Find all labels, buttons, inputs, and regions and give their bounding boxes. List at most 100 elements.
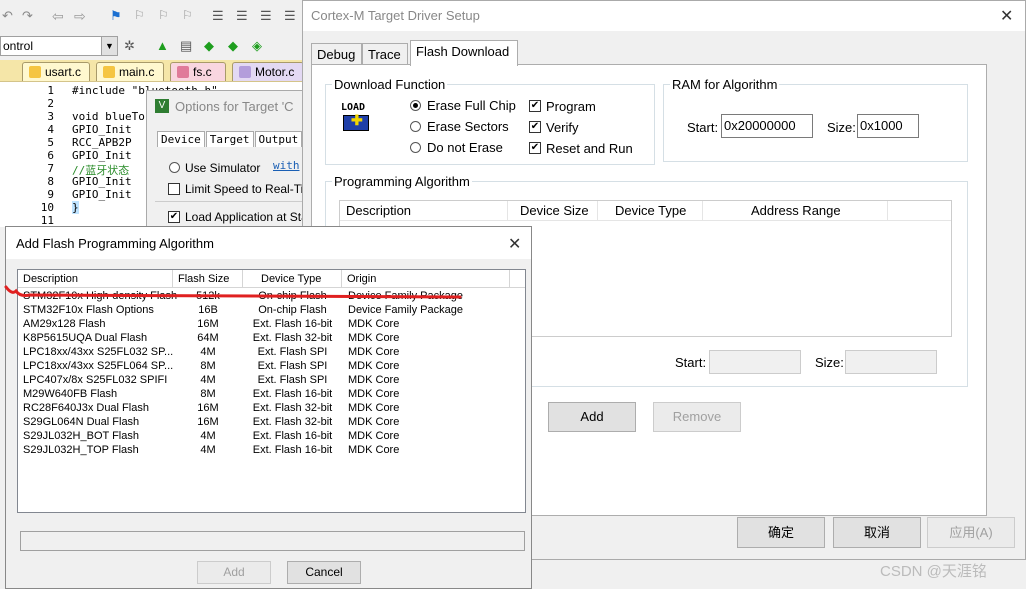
table-row[interactable]: S29GL064N Dual Flash 16M Ext. Flash 32-bit… xyxy=(18,416,525,430)
add-flash-algorithm-dialog: Add Flash Programming Algorithm ✕ Descri… xyxy=(4,226,532,589)
table-row[interactable]: AM29x128 Flash 16M Ext. Flash 16-bit MDK Co… xyxy=(18,318,525,332)
table-row[interactable]: K8P5615UQA Dual Flash 64M Ext. Flash 32-bi… xyxy=(18,332,525,346)
algo-start-label: Start: xyxy=(675,355,707,370)
file-tab-motor[interactable]: Motor.c xyxy=(232,62,304,81)
verify-label: Verify xyxy=(546,120,579,135)
algo-start-input[interactable] xyxy=(709,350,801,374)
tab-flash-download[interactable]: Flash Download xyxy=(410,40,518,66)
add-button[interactable]: Add xyxy=(197,561,271,584)
tab-output[interactable]: Output xyxy=(254,131,303,147)
ram-size-label: Size: xyxy=(827,120,856,135)
cancel-button[interactable]: Cancel xyxy=(287,561,361,584)
indent-icon[interactable]: ☰ xyxy=(212,8,228,24)
row-description: AM29x128 Flash xyxy=(23,318,106,330)
table-row[interactable]: S29JL032H_TOP Flash 4M Ext. Flash 16-bit MD… xyxy=(18,444,525,458)
nav-forward-icon[interactable]: ⇨ xyxy=(74,8,90,24)
row-device-type: Ext. Flash SPI xyxy=(257,346,328,358)
limit-speed-checkbox[interactable] xyxy=(168,183,180,195)
add-algorithm-button[interactable]: Add xyxy=(548,402,636,432)
line-number: 3 xyxy=(47,110,54,123)
file-tab-main[interactable]: main.c xyxy=(96,62,164,81)
dialog-titlebar: Cortex-M Target Driver Setup ✕ xyxy=(303,1,1025,31)
table-row[interactable]: LPC407x/8x S25FL032 SPIFI 4M Ext. Flash SP… xyxy=(18,374,525,388)
tab-debug[interactable]: Debug xyxy=(311,43,362,65)
row-device-type: Ext. Flash 32-bit xyxy=(252,332,333,344)
bookmark-icon[interactable]: ⚑ xyxy=(110,8,126,24)
options-tabs: Device Target Output xyxy=(157,131,303,147)
line-number: 10 xyxy=(40,201,54,214)
apply-button[interactable]: 应用(A) xyxy=(927,517,1015,548)
file-tab-fs[interactable]: fs.c xyxy=(170,62,226,81)
annotation-stroke xyxy=(4,285,462,299)
cancel-button[interactable]: 取消 xyxy=(833,517,921,548)
tab-target[interactable]: Target xyxy=(205,131,254,147)
pack-installer-icon[interactable]: ◆ xyxy=(204,38,220,54)
tab-device[interactable]: Device xyxy=(157,131,205,147)
table-row[interactable]: LPC18xx/43xx S25FL064 SP... 8M Ext. Flash … xyxy=(18,360,525,374)
remove-algorithm-button[interactable]: Remove xyxy=(653,402,741,432)
cancel-button-label: Cancel xyxy=(305,565,343,579)
row-description: LPC407x/8x S25FL032 SPIFI xyxy=(23,374,168,386)
verify-checkbox[interactable]: ✔ xyxy=(529,121,541,133)
row-flash-size: 4M xyxy=(200,374,216,386)
load-icon: LOAD ✚ xyxy=(341,102,375,136)
use-simulator-radio[interactable] xyxy=(169,162,180,173)
run-time-env-icon[interactable]: ◈ xyxy=(252,38,268,54)
column-device-type[interactable]: Device Type xyxy=(598,201,703,221)
ram-start-input[interactable]: 0x20000000 xyxy=(721,114,813,138)
dialog-title: Add Flash Programming Algorithm xyxy=(16,236,214,251)
erase-full-chip-radio[interactable] xyxy=(410,100,421,111)
file-extensions-icon[interactable]: ▤ xyxy=(180,38,196,54)
row-device-type: Ext. Flash 16-bit xyxy=(252,388,333,400)
do-not-erase-radio[interactable] xyxy=(410,142,421,153)
close-icon[interactable]: ✕ xyxy=(508,234,521,254)
algo-size-label: Size: xyxy=(815,355,844,370)
target-combo[interactable]: ontrol ▼ xyxy=(0,36,118,56)
table-row[interactable]: LPC18xx/43xx S25FL032 SP... 4M Ext. Flash … xyxy=(18,346,525,360)
undo-icon[interactable]: ↶ xyxy=(2,8,18,24)
load-application-checkbox[interactable]: ✔ xyxy=(168,211,180,223)
bookmark-clear-icon[interactable]: ⚐ xyxy=(182,8,198,24)
comment-icon[interactable]: ☰ xyxy=(260,8,276,24)
load-arrow: ✚ xyxy=(351,112,363,128)
watermark-text: CSDN @天涯铭 xyxy=(880,563,987,580)
select-pack-icon[interactable]: ◆ xyxy=(228,38,244,54)
row-flash-size: 16M xyxy=(197,416,219,428)
file-tab-label: main.c xyxy=(119,65,155,79)
line-number: 7 xyxy=(47,162,54,175)
table-row[interactable]: S29JL032H_BOT Flash 4M Ext. Flash 16-bit MD… xyxy=(18,430,525,444)
options-wand-icon[interactable]: ✲ xyxy=(124,38,140,54)
column-address-range[interactable]: Address Range xyxy=(703,201,888,221)
column-description[interactable]: Description xyxy=(340,201,508,221)
row-flash-size: 4M xyxy=(200,444,216,456)
program-checkbox[interactable]: ✔ xyxy=(529,100,541,112)
ide-toolbar: ↶ ↷ ⇦ ⇨ ⚑ ⚐ ⚐ ⚐ ☰ ☰ ☰ ☰ ontrol ▼ ✲ ▲ ▤ ◆… xyxy=(0,0,305,60)
bookmark-prev-icon[interactable]: ⚐ xyxy=(134,8,150,24)
table-row[interactable]: RC28F640J3x Dual Flash 16M Ext. Flash 32-b… xyxy=(18,402,525,416)
row-description: M29W640FB Flash xyxy=(23,388,118,400)
row-origin: MDK Core xyxy=(348,416,400,428)
erase-sectors-radio[interactable] xyxy=(410,121,421,132)
bookmark-next-icon[interactable]: ⚐ xyxy=(158,8,174,24)
file-tab-usart[interactable]: usart.c xyxy=(22,62,90,81)
uncomment-icon[interactable]: ☰ xyxy=(284,8,300,24)
close-icon[interactable]: ✕ xyxy=(1000,6,1013,26)
ram-size-input[interactable]: 0x1000 xyxy=(857,114,919,138)
nav-back-icon[interactable]: ⇦ xyxy=(52,8,68,24)
column-device-size[interactable]: Device Size xyxy=(508,201,598,221)
ok-button[interactable]: 确定 xyxy=(737,517,825,548)
algo-size-input[interactable] xyxy=(845,350,937,374)
chevron-down-icon[interactable]: ▼ xyxy=(101,37,117,55)
line-number: 4 xyxy=(47,123,54,136)
redo-icon[interactable]: ↷ xyxy=(22,8,38,24)
unindent-icon[interactable]: ☰ xyxy=(236,8,252,24)
reset-and-run-checkbox[interactable]: ✔ xyxy=(529,142,541,154)
with-restrictions-link[interactable]: with xyxy=(273,159,300,172)
row-description: S29JL032H_BOT Flash xyxy=(23,430,139,442)
manage-components-icon[interactable]: ▲ xyxy=(156,38,172,54)
erase-sectors-label: Erase Sectors xyxy=(427,119,509,134)
table-row[interactable]: M29W640FB Flash 8M Ext. Flash 16-bit MDK Co… xyxy=(18,388,525,402)
tab-trace[interactable]: Trace xyxy=(362,43,408,65)
use-simulator-label: Use Simulator xyxy=(185,161,261,175)
row-description: K8P5615UQA Dual Flash xyxy=(23,332,148,344)
